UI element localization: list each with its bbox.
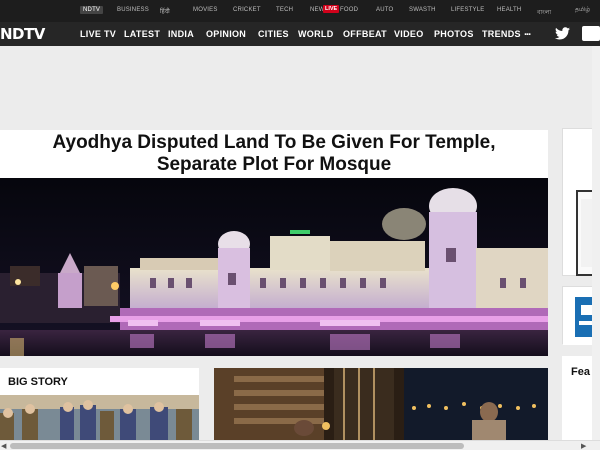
nav-offbeat[interactable]: OFFBEAT: [343, 29, 387, 39]
temple-lamps-image: [214, 368, 548, 440]
top-nav-bangla[interactable]: বাংলা: [537, 7, 551, 18]
live-badge: LIVE: [323, 5, 340, 13]
top-nav-movies[interactable]: MOVIES: [193, 7, 218, 13]
nav-world[interactable]: WORLD: [298, 29, 334, 39]
top-nav-swasth[interactable]: SWASTH: [409, 7, 436, 13]
top-nav-tech[interactable]: TECH: [276, 7, 293, 13]
nav-opinion[interactable]: OPINION: [206, 29, 246, 39]
nav-photos[interactable]: PHOTOS: [434, 29, 474, 39]
nav-cities[interactable]: CITIES: [258, 29, 289, 39]
top-nav-bar: NDTV BUSINESS हिंदी MOVIES CRICKET TECH …: [0, 0, 600, 22]
scrollbar-thumb[interactable]: [10, 443, 464, 449]
facebook-icon[interactable]: [582, 26, 600, 41]
ayodhya-ghat-night-image: [0, 178, 548, 356]
headline-card: Ayodhya Disputed Land To Be Given For Te…: [0, 130, 548, 178]
big-story-image[interactable]: [0, 395, 199, 440]
headline-line-2: Separate Plot For Mosque: [156, 154, 392, 175]
top-nav-food[interactable]: FOOD: [340, 7, 358, 13]
top-nav-business[interactable]: BUSINESS: [117, 7, 149, 13]
top-nav-lifestyle[interactable]: LIFESTYLE: [451, 7, 484, 13]
nav-video[interactable]: VIDEO: [394, 29, 424, 39]
twitter-icon[interactable]: [555, 27, 570, 40]
nav-india[interactable]: INDIA: [168, 29, 194, 39]
top-nav-health[interactable]: HEALTH: [497, 7, 521, 13]
scroll-left-icon[interactable]: ◀: [1, 442, 6, 450]
more-dots-icon[interactable]: ...: [524, 26, 531, 38]
top-nav-ndtv[interactable]: NDTV: [80, 6, 104, 14]
main-nav-bar: NDTV LIVE TV LATEST INDIA OPINION CITIES…: [0, 22, 600, 46]
nav-trends[interactable]: TRENDS: [482, 29, 521, 39]
top-nav-tamil[interactable]: தமிழ்: [575, 7, 590, 14]
headline-line-1: Ayodhya Disputed Land To Be Given For Te…: [52, 132, 496, 153]
police-personnel-image: [0, 395, 199, 440]
nav-live-tv[interactable]: LIVE TV: [80, 29, 116, 39]
top-nav-cricket[interactable]: CRICKET: [233, 7, 261, 13]
big-story-title: BIG STORY: [8, 376, 68, 388]
secondary-story-image[interactable]: [214, 368, 548, 440]
scroll-right-icon[interactable]: ▶: [581, 442, 586, 450]
horizontal-scrollbar[interactable]: ◀ ▶: [0, 440, 600, 450]
vertical-scrollbar[interactable]: [592, 46, 600, 440]
featured-title: Fea: [571, 366, 590, 378]
lead-story-image[interactable]: [0, 178, 548, 356]
top-nav-auto[interactable]: AUTO: [376, 7, 393, 13]
nav-latest[interactable]: LATEST: [124, 29, 160, 39]
top-nav-hindi[interactable]: हिंदी: [160, 7, 170, 15]
lead-headline[interactable]: Ayodhya Disputed Land To Be Given For Te…: [0, 130, 548, 176]
ndtv-logo[interactable]: NDTV: [0, 25, 45, 43]
